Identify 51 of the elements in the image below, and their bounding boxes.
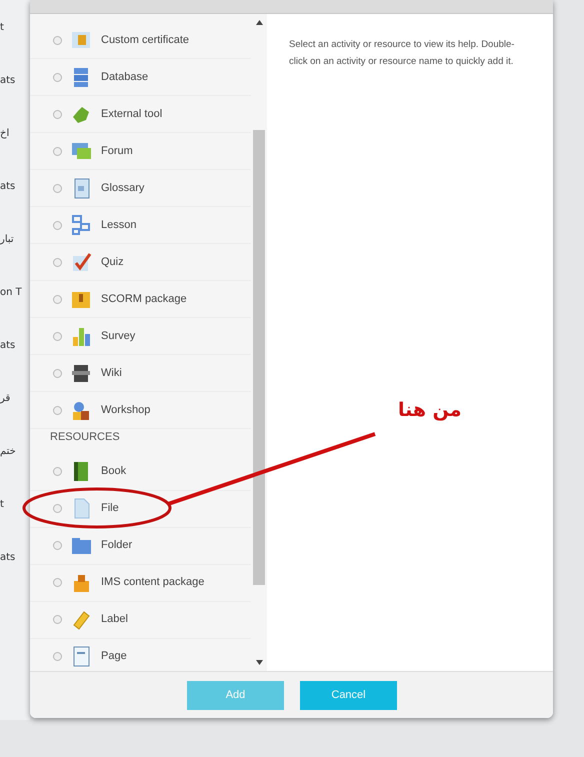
radio-button[interactable] xyxy=(53,652,62,661)
activity-label[interactable]: Glossary xyxy=(101,180,144,196)
radio-button[interactable] xyxy=(53,72,62,82)
activity-label[interactable]: Wiki xyxy=(101,364,122,382)
activity-label[interactable]: Quiz xyxy=(101,254,124,270)
radio-button[interactable] xyxy=(53,368,62,378)
radio-button[interactable] xyxy=(53,146,62,156)
activity-label[interactable]: Lesson xyxy=(101,216,136,234)
page-text-fragment: t xyxy=(0,498,5,512)
page-text-fragment: ats xyxy=(0,74,16,88)
activity-label[interactable]: SCORM package xyxy=(101,290,187,308)
help-text: Select an activity or resource to view its help. Double-click on an activity or resource name to quickly add it. xyxy=(289,38,516,69)
radio-button[interactable] xyxy=(53,578,62,587)
scroll-up-icon[interactable] xyxy=(256,20,262,25)
page-text-fragment: ats xyxy=(0,339,16,353)
activity-label[interactable]: External tool xyxy=(101,106,162,122)
section-heading: RESOURCES xyxy=(50,430,120,445)
checkmark-icon xyxy=(70,250,93,274)
radio-button[interactable] xyxy=(53,220,62,230)
radio-button[interactable] xyxy=(53,541,62,550)
radio-button[interactable] xyxy=(53,504,62,513)
radio-button[interactable] xyxy=(53,184,62,192)
radio-button[interactable] xyxy=(53,110,62,118)
activity-label[interactable]: Survey xyxy=(101,328,136,344)
scroll-down-icon[interactable] xyxy=(256,660,262,665)
radio-button[interactable] xyxy=(53,467,62,476)
activity-label[interactable]: Book xyxy=(101,463,126,480)
activity-label[interactable]: Page xyxy=(101,648,127,665)
radio-button[interactable] xyxy=(53,406,62,414)
radio-button[interactable] xyxy=(53,615,62,624)
page-text-fragment: ats xyxy=(0,551,16,565)
activity-label[interactable]: IMS content package xyxy=(101,574,204,591)
activity-label[interactable]: Database xyxy=(101,68,148,86)
annotation-text: من هنا xyxy=(398,398,462,423)
page-text-fragment: اخ xyxy=(0,127,10,141)
activity-label[interactable]: Workshop xyxy=(101,402,150,418)
flowchart-icon xyxy=(70,214,93,236)
activity-label[interactable]: Label xyxy=(101,611,128,628)
activity-label[interactable]: File xyxy=(101,500,119,517)
radio-button[interactable] xyxy=(53,332,62,340)
activity-label[interactable]: Folder xyxy=(101,537,132,554)
scrollbar-thumb[interactable] xyxy=(253,130,265,585)
page-text-fragment: ats xyxy=(0,180,16,194)
page-text-fragment: ختم xyxy=(0,445,17,459)
radio-button[interactable] xyxy=(53,294,62,304)
page-text-fragment: t xyxy=(0,21,5,35)
activity-label[interactable]: Custom certificate xyxy=(101,32,190,48)
page-text-fragment: on T xyxy=(0,286,23,300)
radio-button[interactable] xyxy=(53,258,62,266)
radio-button[interactable] xyxy=(53,36,62,44)
activity-label[interactable]: Forum xyxy=(101,142,133,160)
